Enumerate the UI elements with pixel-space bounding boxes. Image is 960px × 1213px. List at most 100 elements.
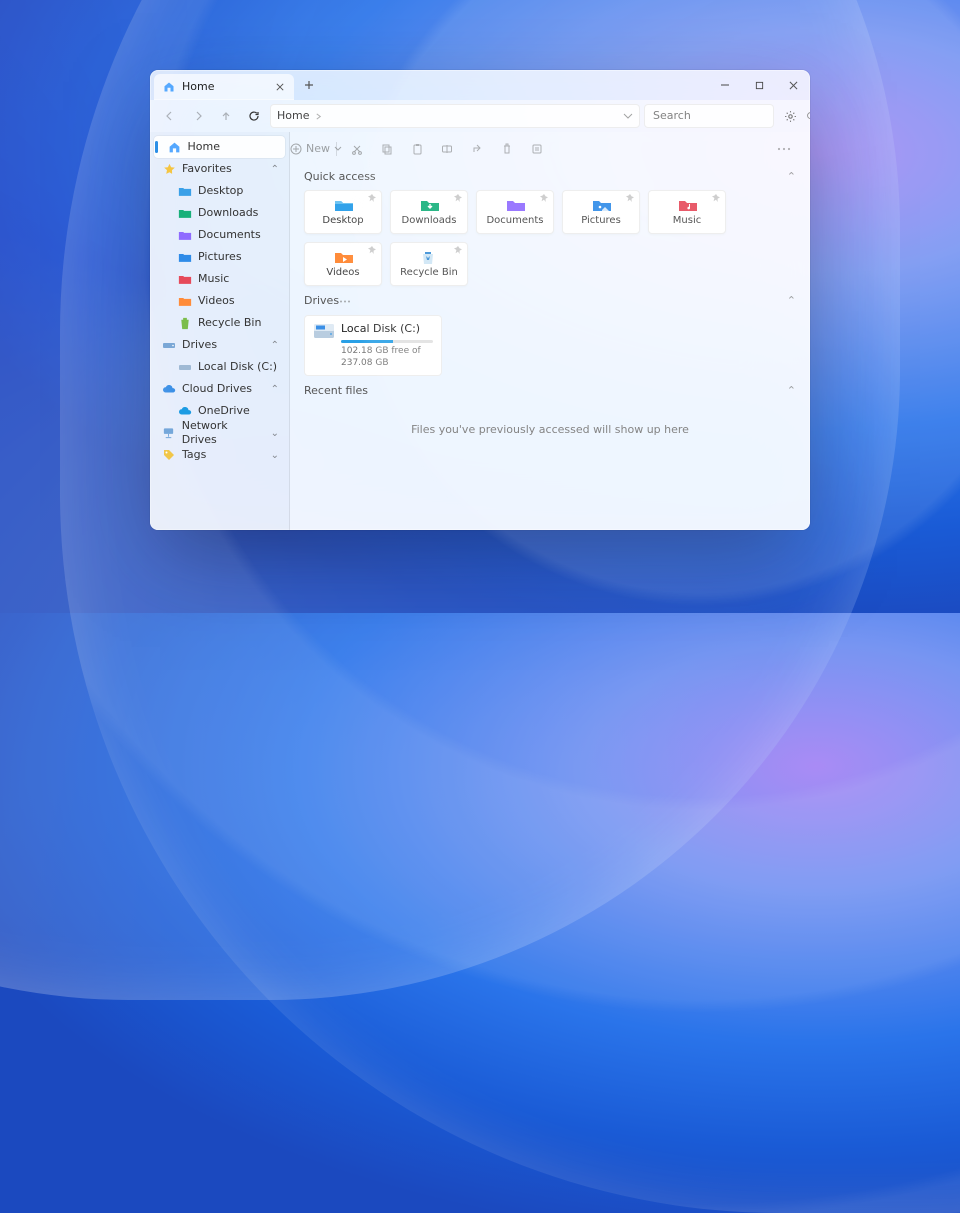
folder-icon [178,250,192,264]
sidebar-item-onedrive[interactable]: OneDrive [154,400,285,422]
recycle-bin-icon [178,316,192,330]
new-tab-button[interactable] [294,70,324,100]
delete-button[interactable] [495,137,519,161]
sidebar-network-drives[interactable]: Network Drives ⌄ [154,422,285,444]
tile-music[interactable]: Music [648,190,726,234]
tile-label: Desktop [322,214,363,227]
tile-label: Music [673,214,701,227]
sidebar-item-label: Network Drives [182,419,265,448]
tile-label: Pictures [581,214,621,227]
chevron-up-icon: ⌃ [271,339,279,352]
tile-documents[interactable]: Documents [476,190,554,234]
section-drives[interactable]: Drives ⌃ [304,294,796,308]
sidebar-item-recycle-bin[interactable]: Recycle Bin [154,312,285,334]
tab-home[interactable]: Home [154,74,294,100]
new-button[interactable]: New [304,137,328,161]
folder-icon [178,272,192,286]
breadcrumb-home[interactable]: Home [277,109,309,123]
sidebar-item-label: Videos [198,294,235,308]
properties-button[interactable] [525,137,549,161]
drive-local-disk[interactable]: Local Disk (C:) 102.18 GB free of 237.08… [304,315,442,377]
sidebar-item-desktop[interactable]: Desktop [154,180,285,202]
tile-pictures[interactable]: Pictures [562,190,640,234]
folder-icon [178,206,192,220]
rename-button[interactable] [435,137,459,161]
chevron-up-icon: ⌃ [271,163,279,176]
tile-downloads[interactable]: Downloads [390,190,468,234]
network-icon [162,426,176,440]
pin-icon[interactable] [540,194,548,202]
search-input[interactable] [651,108,800,124]
pin-icon[interactable] [368,246,376,254]
tile-label: Documents [486,214,543,227]
back-button[interactable] [158,104,182,128]
address-history-button[interactable] [623,113,633,119]
cloud-icon [162,382,176,396]
sidebar-item-label: Favorites [182,162,232,176]
more-button[interactable] [772,137,796,161]
paste-button[interactable] [405,137,429,161]
section-more-icon[interactable] [339,300,351,303]
minimize-button[interactable] [708,70,742,100]
pin-icon[interactable] [454,194,462,202]
address-bar[interactable]: Home [270,104,640,128]
maximize-button[interactable] [742,70,776,100]
refresh-button[interactable] [242,104,266,128]
settings-button[interactable] [778,104,802,128]
sidebar-cloud-drives[interactable]: Cloud Drives ⌃ [154,378,285,400]
tile-videos[interactable]: Videos [304,242,382,286]
drive-icon [313,322,333,340]
titlebar: Home [150,70,810,100]
sidebar-item-local-disk[interactable]: Local Disk (C:) [154,356,285,378]
close-window-button[interactable] [776,70,810,100]
sidebar-item-label: Music [198,272,229,286]
up-button[interactable] [214,104,238,128]
sidebar-item-downloads[interactable]: Downloads [154,202,285,224]
folder-icon [678,198,696,212]
pin-icon[interactable] [454,246,462,254]
forward-button[interactable] [186,104,210,128]
close-tab-icon[interactable] [272,79,288,95]
chevron-up-icon: ⌃ [787,294,796,308]
sidebar-item-label: Pictures [198,250,242,264]
sidebar-item-label: Drives [182,338,217,352]
share-button[interactable] [465,137,489,161]
sidebar-item-videos[interactable]: Videos [154,290,285,312]
sidebar-item-music[interactable]: Music [154,268,285,290]
section-recent-files[interactable]: Recent files ⌃ [304,384,796,398]
tag-icon [162,448,176,462]
chevron-right-icon [315,113,322,120]
sidebar-item-label: Local Disk (C:) [198,360,277,374]
sidebar-item-label: Home [188,140,220,154]
section-quick-access[interactable]: Quick access ⌃ [304,170,796,184]
onedrive-icon [178,404,192,418]
search-icon [806,111,810,122]
search-box[interactable] [644,104,774,128]
tile-recycle-bin[interactable]: Recycle Bin [390,242,468,286]
tile-label: Videos [326,266,359,279]
chevron-up-icon: ⌃ [787,384,796,398]
sidebar-item-label: Cloud Drives [182,382,252,396]
tile-desktop[interactable]: Desktop [304,190,382,234]
chevron-down-icon: ⌄ [271,449,279,462]
sidebar-item-documents[interactable]: Documents [154,224,285,246]
sidebar-item-label: Desktop [198,184,243,198]
command-bar: New [298,136,802,162]
sidebar-item-label: Recycle Bin [198,316,261,330]
sidebar-tags[interactable]: Tags ⌄ [154,444,285,466]
drive-free-text: 102.18 GB free of 237.08 GB [341,346,433,369]
section-label: Quick access [304,170,376,184]
pin-icon[interactable] [368,194,376,202]
sidebar-item-pictures[interactable]: Pictures [154,246,285,268]
cut-button[interactable] [345,137,369,161]
folder-icon [178,228,192,242]
pin-icon[interactable] [626,194,634,202]
quick-access-tiles: Desktop Downloads Documents Pictures [304,190,796,286]
sidebar-favorites[interactable]: Favorites ⌃ [154,158,285,180]
drive-icon [178,360,192,374]
sidebar-home[interactable]: Home [154,136,285,158]
sidebar-drives[interactable]: Drives ⌃ [154,334,285,356]
content-area: New Quick access ⌃ [290,132,810,530]
copy-button[interactable] [375,137,399,161]
pin-icon[interactable] [712,194,720,202]
